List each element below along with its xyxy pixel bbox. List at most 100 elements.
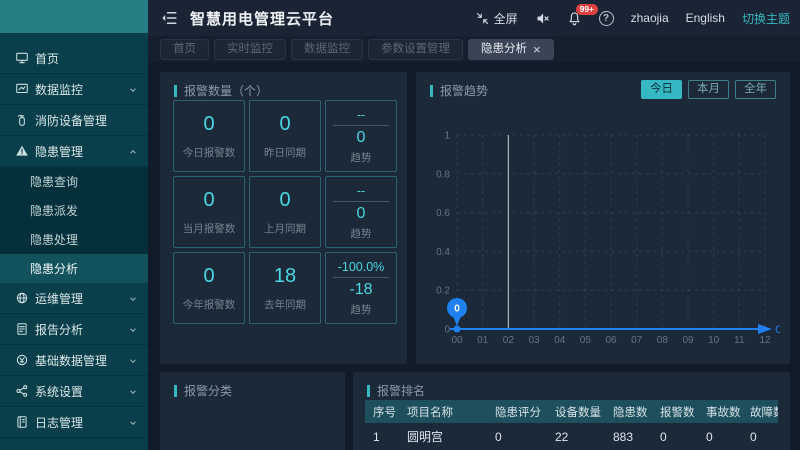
sidebar-item-hazard-mgmt[interactable]: 隐患管理: [0, 136, 148, 167]
svg-text:02: 02: [503, 335, 515, 346]
svg-text:09: 09: [682, 335, 694, 346]
alarm-stat-card: 0当月报警数: [173, 176, 245, 248]
sidebar-subitem-hazard-handle[interactable]: 隐患处理: [0, 225, 148, 254]
sidebar-item-data-monitor[interactable]: 数据监控: [0, 74, 148, 105]
close-tab-icon[interactable]: ×: [533, 43, 541, 56]
ranking-table: 序号项目名称隐患评分设备数量隐患数报警数事故数故障数1圆明宫022883000: [365, 400, 778, 450]
alarm-stat-card: 0昨日同期: [249, 100, 321, 172]
extinguisher-icon: [15, 113, 29, 127]
share-nodes-icon: [15, 384, 29, 398]
sidebar: 首页数据监控消防设备管理隐患管理隐患查询隐患派发隐患处理隐患分析运维管理报告分析…: [0, 0, 148, 450]
svg-text:0.2: 0.2: [436, 286, 450, 297]
mute-button[interactable]: [535, 11, 550, 26]
chevron-up-icon: [128, 146, 138, 156]
svg-text:04: 04: [554, 335, 566, 346]
chevron-down-icon: [128, 324, 138, 334]
svg-text:12: 12: [759, 335, 771, 346]
sidebar-item-fire-equipment[interactable]: 消防设备管理: [0, 105, 148, 136]
sidebar-subitem-hazard-analysis[interactable]: 隐患分析: [0, 254, 148, 283]
username[interactable]: zhaojia: [631, 11, 669, 25]
table-header-cell: 设备数量: [547, 404, 605, 420]
table-cell: 0: [652, 430, 698, 444]
svg-text:08: 08: [657, 335, 669, 346]
sidebar-menu: 首页数据监控消防设备管理隐患管理隐患查询隐患派发隐患处理隐患分析运维管理报告分析…: [0, 33, 148, 438]
svg-text:0.6: 0.6: [436, 208, 450, 219]
report-icon: [15, 322, 29, 336]
sidebar-item-home[interactable]: 首页: [0, 43, 148, 74]
title-bar-accent: [430, 85, 433, 97]
app-title: 智慧用电管理云平台: [190, 8, 334, 29]
divider: [333, 277, 389, 278]
sidebar-item-base-data[interactable]: 基础数据管理: [0, 345, 148, 376]
period-button-今日[interactable]: 今日: [641, 80, 682, 99]
sidebar-subitem-hazard-dispatch[interactable]: 隐患派发: [0, 196, 148, 225]
notifications-button[interactable]: 99+: [567, 11, 582, 26]
panel-title: 报警排名: [367, 382, 425, 399]
alarm-stat-cards: 0今日报警数0昨日同期--0趋势0当月报警数0上月同期--0趋势0今年报警数18…: [173, 100, 397, 324]
tab-隐患分析[interactable]: 隐患分析×: [468, 39, 554, 60]
theme-switch[interactable]: 切换主题: [742, 10, 790, 27]
chevron-down-icon: [128, 386, 138, 396]
panel-title: 报警数量（个）: [174, 82, 268, 99]
alarm-stat-card: 18去年同期: [249, 252, 321, 324]
tab-bar: 首页实时监控数据监控参数设置管理隐患分析×: [148, 36, 800, 62]
globe-icon: [15, 291, 29, 305]
fullscreen-icon: [475, 11, 490, 26]
language-switch[interactable]: English: [686, 11, 725, 25]
logo-area: [0, 0, 148, 33]
period-button-本月[interactable]: 本月: [688, 80, 729, 99]
alarm-trend-panel: 报警趋势 今日本月全年 00.20.40.60.8100010203040506…: [416, 72, 790, 364]
help-button[interactable]: ?: [599, 11, 614, 26]
table-cell: 1: [365, 430, 399, 444]
tab-参数设置管理[interactable]: 参数设置管理: [368, 39, 463, 60]
warning-icon: [15, 144, 29, 158]
main-content: 报警数量（个） 0今日报警数0昨日同期--0趋势0当月报警数0上月同期--0趋势…: [148, 62, 800, 450]
table-header-cell: 隐患数: [605, 404, 652, 420]
table-cell: 883: [605, 430, 652, 444]
tab-实时监控[interactable]: 实时监控: [214, 39, 286, 60]
svg-text:06: 06: [605, 335, 617, 346]
table-header-cell: 故障数: [742, 404, 778, 420]
chevron-down-icon: [128, 293, 138, 303]
dashboard-icon: [15, 51, 29, 65]
database-icon: [15, 353, 29, 367]
table-header-cell: 报警数: [652, 404, 698, 420]
svg-text:10: 10: [708, 335, 720, 346]
sidebar-item-system-settings[interactable]: 系统设置: [0, 376, 148, 407]
main-column: 智慧用电管理云平台 全屏 99+ ? zhaojia English 切换主题: [148, 0, 800, 450]
table-cell: 圆明宫: [399, 428, 487, 445]
svg-text:05: 05: [580, 335, 592, 346]
alarm-stat-card: 0上月同期: [249, 176, 321, 248]
table-row[interactable]: 1圆明宫022883000: [365, 423, 778, 450]
sidebar-item-log-mgmt[interactable]: 日志管理: [0, 407, 148, 438]
alarm-category-panel: 报警分类: [160, 372, 345, 450]
question-icon: ?: [599, 11, 614, 26]
tab-数据监控[interactable]: 数据监控: [291, 39, 363, 60]
alarm-trend-card: --0趋势: [325, 100, 397, 172]
alarm-count-panel: 报警数量（个） 0今日报警数0昨日同期--0趋势0当月报警数0上月同期--0趋势…: [160, 72, 407, 364]
sidebar-item-ops-mgmt[interactable]: 运维管理: [0, 283, 148, 314]
period-button-全年[interactable]: 全年: [735, 80, 776, 99]
fullscreen-button[interactable]: 全屏: [475, 10, 518, 27]
svg-text:1: 1: [444, 131, 450, 142]
svg-text:0: 0: [444, 325, 450, 336]
topbar-actions: 全屏 99+ ? zhaojia English 切换主题: [475, 10, 790, 27]
table-cell: 0: [487, 430, 547, 444]
table-header-row: 序号项目名称隐患评分设备数量隐患数报警数事故数故障数: [365, 400, 778, 423]
monitor-icon: [15, 82, 29, 96]
sidebar-subitem-hazard-query[interactable]: 隐患查询: [0, 167, 148, 196]
chevron-down-icon: [128, 84, 138, 94]
svg-text:0.4: 0.4: [436, 247, 450, 258]
table-cell: 22: [547, 430, 605, 444]
table-header-cell: 项目名称: [399, 404, 487, 420]
svg-text:C: C: [775, 324, 780, 336]
alarm-trend-card: -100.0%-18趋势: [325, 252, 397, 324]
menu-fold-icon[interactable]: [160, 9, 178, 27]
table-header-cell: 隐患评分: [487, 404, 547, 420]
divider: [333, 201, 389, 202]
table-header-cell: 序号: [365, 404, 399, 420]
alarm-stat-card: 0今日报警数: [173, 100, 245, 172]
topbar: 智慧用电管理云平台 全屏 99+ ? zhaojia English 切换主题: [148, 0, 800, 36]
sidebar-item-report-analysis[interactable]: 报告分析: [0, 314, 148, 345]
tab-首页[interactable]: 首页: [160, 39, 209, 60]
